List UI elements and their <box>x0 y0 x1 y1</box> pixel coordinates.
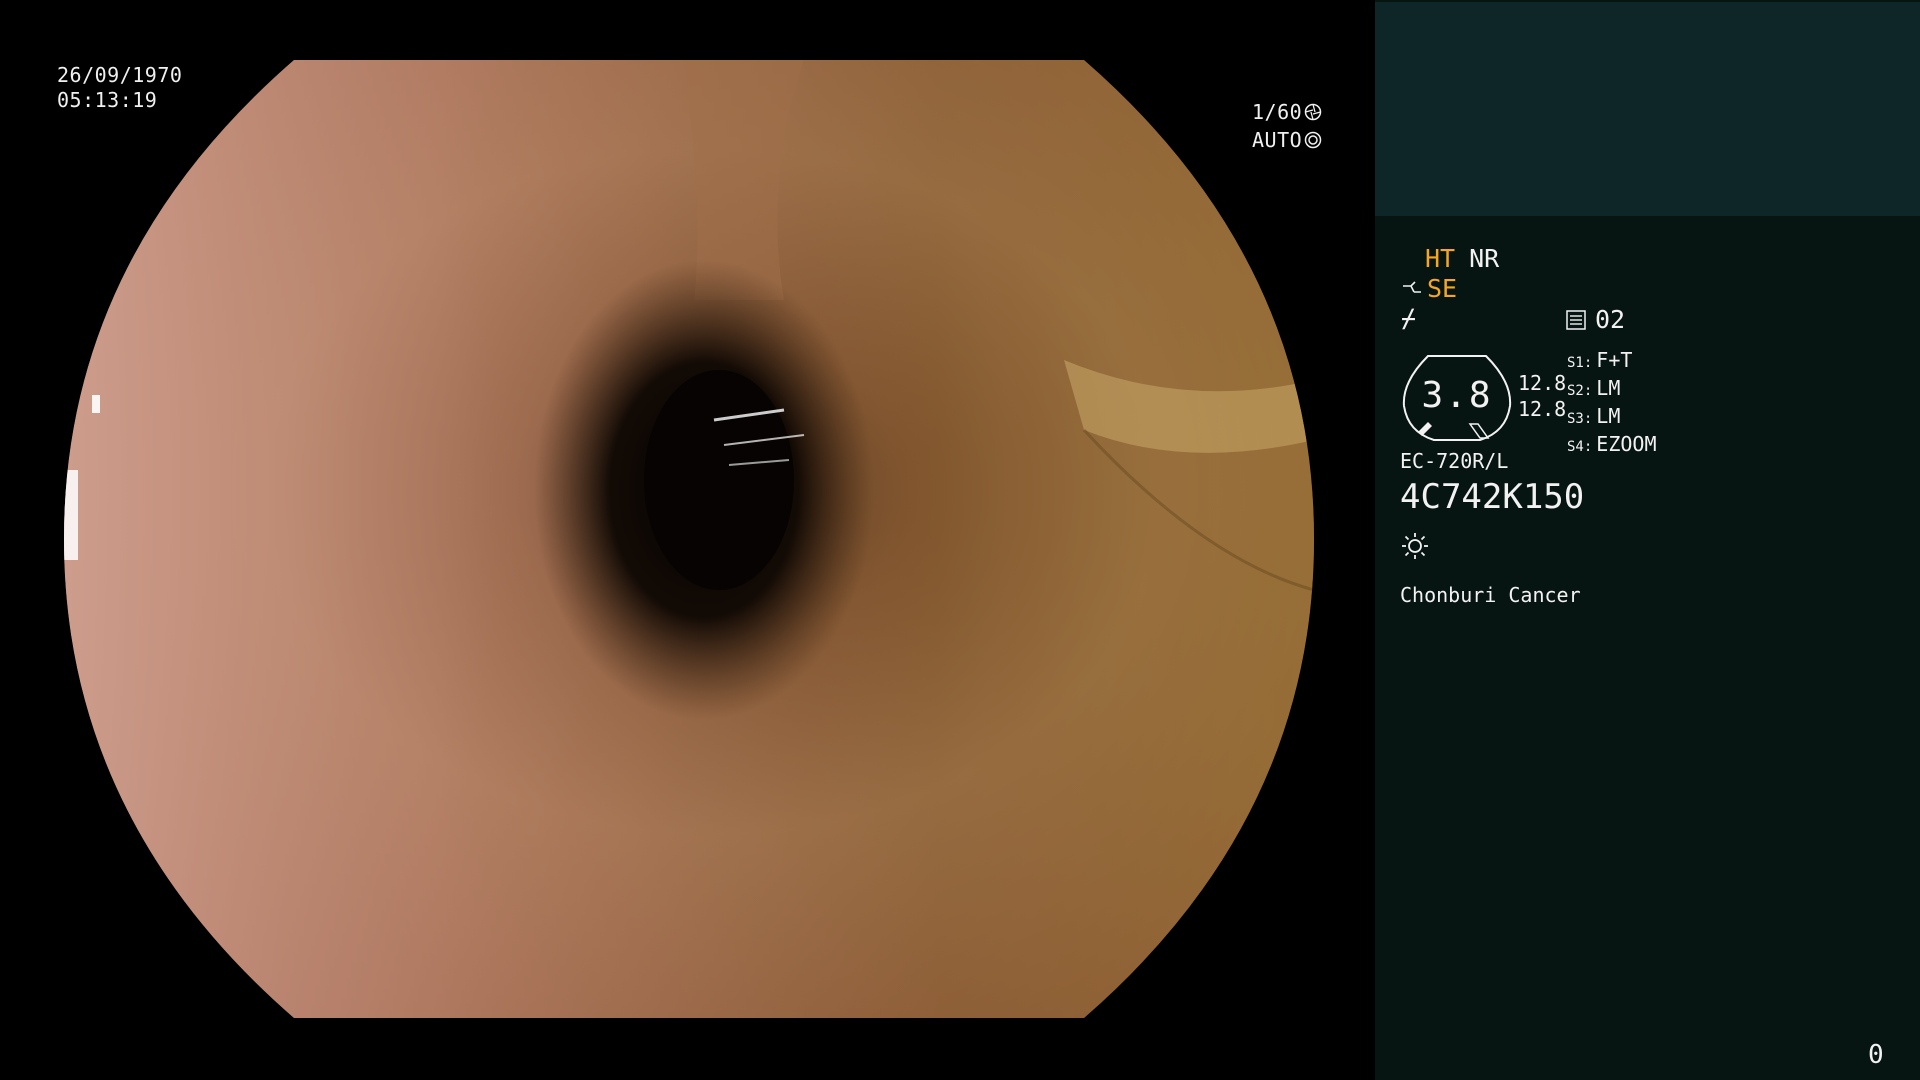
level-2: 12.8 <box>1518 397 1567 421</box>
mode-ht: HT <box>1425 244 1456 273</box>
level-1: 12.8 <box>1518 371 1567 395</box>
shutter-speed: 1/60 <box>1252 99 1303 124</box>
endoscope-view: 26/09/1970 05:13:19 1/60 AUTO <box>0 0 1375 1080</box>
emphasis-indicator: ⌿ <box>1401 304 1417 333</box>
processing-modes: HT NR <box>1425 244 1499 274</box>
page-indicator: 02 <box>1565 305 1625 335</box>
thumbnail-area <box>1375 2 1920 216</box>
endoscope-image <box>64 60 1314 1018</box>
iris-icon <box>1304 131 1322 149</box>
light-icon <box>1402 533 1428 559</box>
shutter-row: 1/60 <box>1252 98 1322 126</box>
switch-row: S1: F+T <box>1567 348 1633 372</box>
switch-row: S4: EZOOM <box>1567 432 1657 456</box>
page-number: 02 <box>1595 305 1626 334</box>
page-icon <box>1566 310 1586 330</box>
zoom-value: 3.8 <box>1421 375 1493 416</box>
date-text: 26/09/1970 <box>57 63 183 87</box>
switch-row: S2: LM <box>1567 376 1621 400</box>
scope-model: EC-720R/L <box>1400 449 1509 473</box>
iris-row: AUTO <box>1252 126 1322 154</box>
switch-row: S3: LM <box>1567 404 1621 428</box>
switch-assignments: S1: F+T S2: LM S3: LM S4: EZOOM <box>1567 348 1657 460</box>
level-values: 12.8 12.8 <box>1518 370 1566 422</box>
hospital-name: Chonburi Cancer <box>1400 583 1581 607</box>
se-label: SE <box>1427 274 1458 303</box>
serial-number: 4C742K150 <box>1400 477 1585 517</box>
scope-tip-icon <box>1403 281 1421 293</box>
iris-mode: AUTO <box>1252 127 1303 152</box>
timestamp: 26/09/1970 05:13:19 <box>57 63 182 113</box>
shutter-icon <box>1304 103 1322 121</box>
mode-nr: NR <box>1469 244 1500 273</box>
info-panel: HT NR SE ⌿ 02 3.8 12.8 12.8 S1: F+T S2: … <box>1375 0 1920 1080</box>
time-text: 05:13:19 <box>57 88 158 112</box>
structure-enhancement: SE <box>1401 274 1457 304</box>
endoscopy-screen: 26/09/1970 05:13:19 1/60 AUTO HT NR SE ⌿… <box>0 0 1920 1080</box>
exposure-info: 1/60 AUTO <box>1252 98 1322 154</box>
frame-counter: 0 <box>1868 1040 1884 1070</box>
